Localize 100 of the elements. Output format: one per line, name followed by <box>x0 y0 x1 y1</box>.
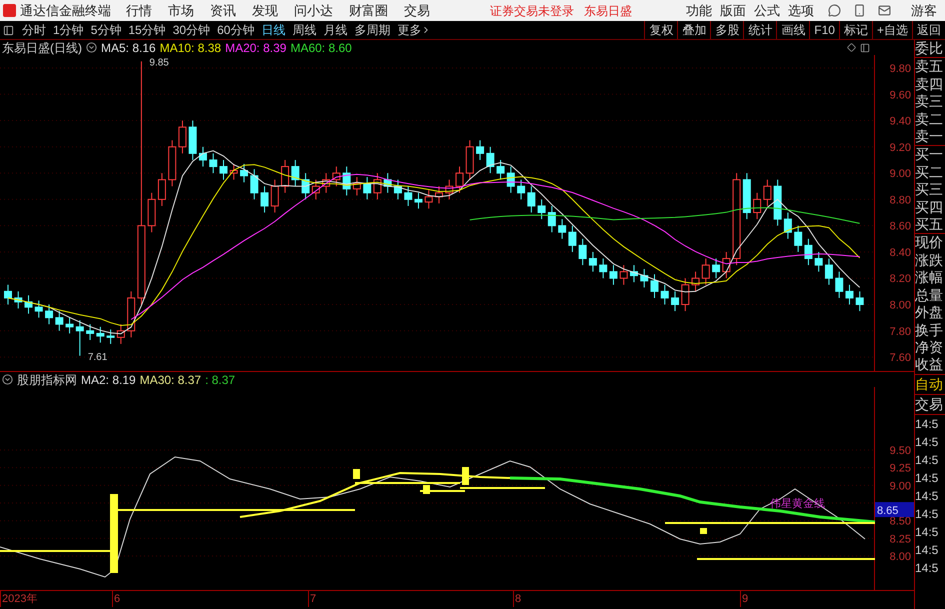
candle <box>845 284 854 306</box>
candle <box>517 179 526 200</box>
candle <box>784 212 792 240</box>
menu-item[interactable]: 选项 <box>788 0 814 20</box>
signal-block <box>700 528 707 534</box>
candle <box>660 284 669 306</box>
candle <box>753 192 762 220</box>
candle <box>435 186 443 204</box>
quote-label: 涨跌 <box>915 252 944 270</box>
toolbar-button[interactable]: 复权 <box>644 21 678 39</box>
trade-time: 14:5 <box>915 506 940 523</box>
indicator-value: MA60: 8.60 <box>290 40 352 56</box>
toolbar-button[interactable]: F10 <box>809 21 839 39</box>
diamond-icon[interactable] <box>847 43 856 52</box>
candle <box>363 176 372 200</box>
date-label: 9 <box>740 591 748 607</box>
toolbar-button[interactable]: 多股 <box>710 21 744 39</box>
menu-item[interactable]: 市场 <box>168 0 194 20</box>
candle <box>588 251 597 272</box>
app-logo-icon <box>3 4 16 17</box>
quote-label: 卖一 <box>915 128 945 146</box>
axis-label: 9.25 <box>890 462 911 475</box>
period-tab[interactable]: 周线 <box>292 21 316 39</box>
period-tab[interactable]: 更多 <box>397 21 432 39</box>
panel-toggle-icon[interactable] <box>860 42 870 52</box>
candle <box>127 290 136 338</box>
quote-label: 卖五 <box>915 58 944 76</box>
quote-label: 现价 <box>915 234 944 252</box>
toolbar-button[interactable]: 标记 <box>838 21 872 39</box>
toolbar-button[interactable]: 统计 <box>743 21 776 39</box>
menu-item[interactable]: 财富圈 <box>349 0 388 20</box>
axis-label: 8.80 <box>890 194 911 206</box>
axis-label: 9.00 <box>890 480 911 492</box>
candle <box>24 294 33 314</box>
candle <box>824 258 833 286</box>
candle <box>548 205 556 233</box>
candle <box>281 159 290 194</box>
menu-item[interactable]: 问小达 <box>294 0 333 20</box>
candle <box>178 120 186 154</box>
candle <box>55 310 64 332</box>
candle <box>804 238 812 266</box>
chevron-down-icon[interactable] <box>2 374 13 385</box>
candle <box>158 172 166 206</box>
period-tab[interactable]: 5分钟 <box>90 21 122 39</box>
mail-icon[interactable] <box>878 4 891 17</box>
period-tab[interactable]: 分时 <box>22 21 46 39</box>
quote-label: 买一 <box>915 146 944 164</box>
menu-item[interactable]: 版面 <box>720 0 746 20</box>
indicator-title: 股朋指标网 <box>17 372 77 388</box>
candle <box>620 264 628 286</box>
toolbar-button[interactable]: 返回 <box>912 21 945 39</box>
menu-item[interactable]: 功能 <box>686 0 712 20</box>
period-tab[interactable]: 15分钟 <box>128 21 166 39</box>
candle <box>312 179 320 200</box>
period-tab[interactable]: 60分钟 <box>217 21 254 39</box>
auto-trade-label: 自动 <box>915 374 945 395</box>
period-tab[interactable]: 30分钟 <box>172 21 210 39</box>
candle <box>527 186 536 214</box>
candle <box>240 163 248 183</box>
menu-item[interactable]: 发现 <box>252 0 278 20</box>
period-tab[interactable]: 日线 <box>261 21 286 39</box>
period-tab[interactable]: 1分钟 <box>53 21 84 39</box>
axis-label: 8.60 <box>890 220 911 233</box>
chat-icon[interactable] <box>828 4 841 17</box>
menu-item[interactable]: 交易 <box>404 0 430 20</box>
trade-time: 14:5 <box>915 434 940 451</box>
toolbar-button[interactable]: 叠加 <box>677 21 710 39</box>
candle <box>712 258 720 279</box>
candle <box>198 146 207 168</box>
quote-label: 净资 <box>915 338 944 356</box>
trade-header: 交易 <box>915 394 945 415</box>
low-price-label: 7.61 <box>88 352 108 363</box>
axis-label: 9.40 <box>890 116 911 128</box>
candle <box>742 172 751 220</box>
chevron-down-icon[interactable] <box>86 42 97 53</box>
date-label: 7 <box>308 591 316 607</box>
candle <box>814 251 823 272</box>
candle <box>209 152 218 174</box>
candle <box>558 218 566 240</box>
phone-icon[interactable] <box>853 4 866 17</box>
period-tab[interactable]: 多周期 <box>354 21 390 39</box>
trade-time: 14:5 <box>915 542 940 559</box>
candle <box>188 120 197 160</box>
toolbar-button[interactable]: +自选 <box>872 21 912 39</box>
axis-label: 8.40 <box>890 246 911 259</box>
toolbar-button[interactable]: 画线 <box>776 21 810 39</box>
quote-label: 总量 <box>915 286 944 304</box>
candle <box>332 166 340 187</box>
quote-label: 买四 <box>915 198 944 216</box>
status-notice: 东易日盛 <box>584 2 632 20</box>
menu-item[interactable]: 行情 <box>126 0 152 20</box>
user-label[interactable]: 游客 <box>911 0 937 20</box>
menu-item[interactable]: 资讯 <box>210 0 236 20</box>
candle <box>568 225 576 252</box>
panel-toggle-icon[interactable] <box>3 24 14 36</box>
period-tab[interactable]: 月线 <box>323 21 348 39</box>
candle <box>148 192 156 233</box>
candle <box>96 326 104 344</box>
menu-item[interactable]: 公式 <box>754 0 780 20</box>
candle <box>352 176 361 196</box>
